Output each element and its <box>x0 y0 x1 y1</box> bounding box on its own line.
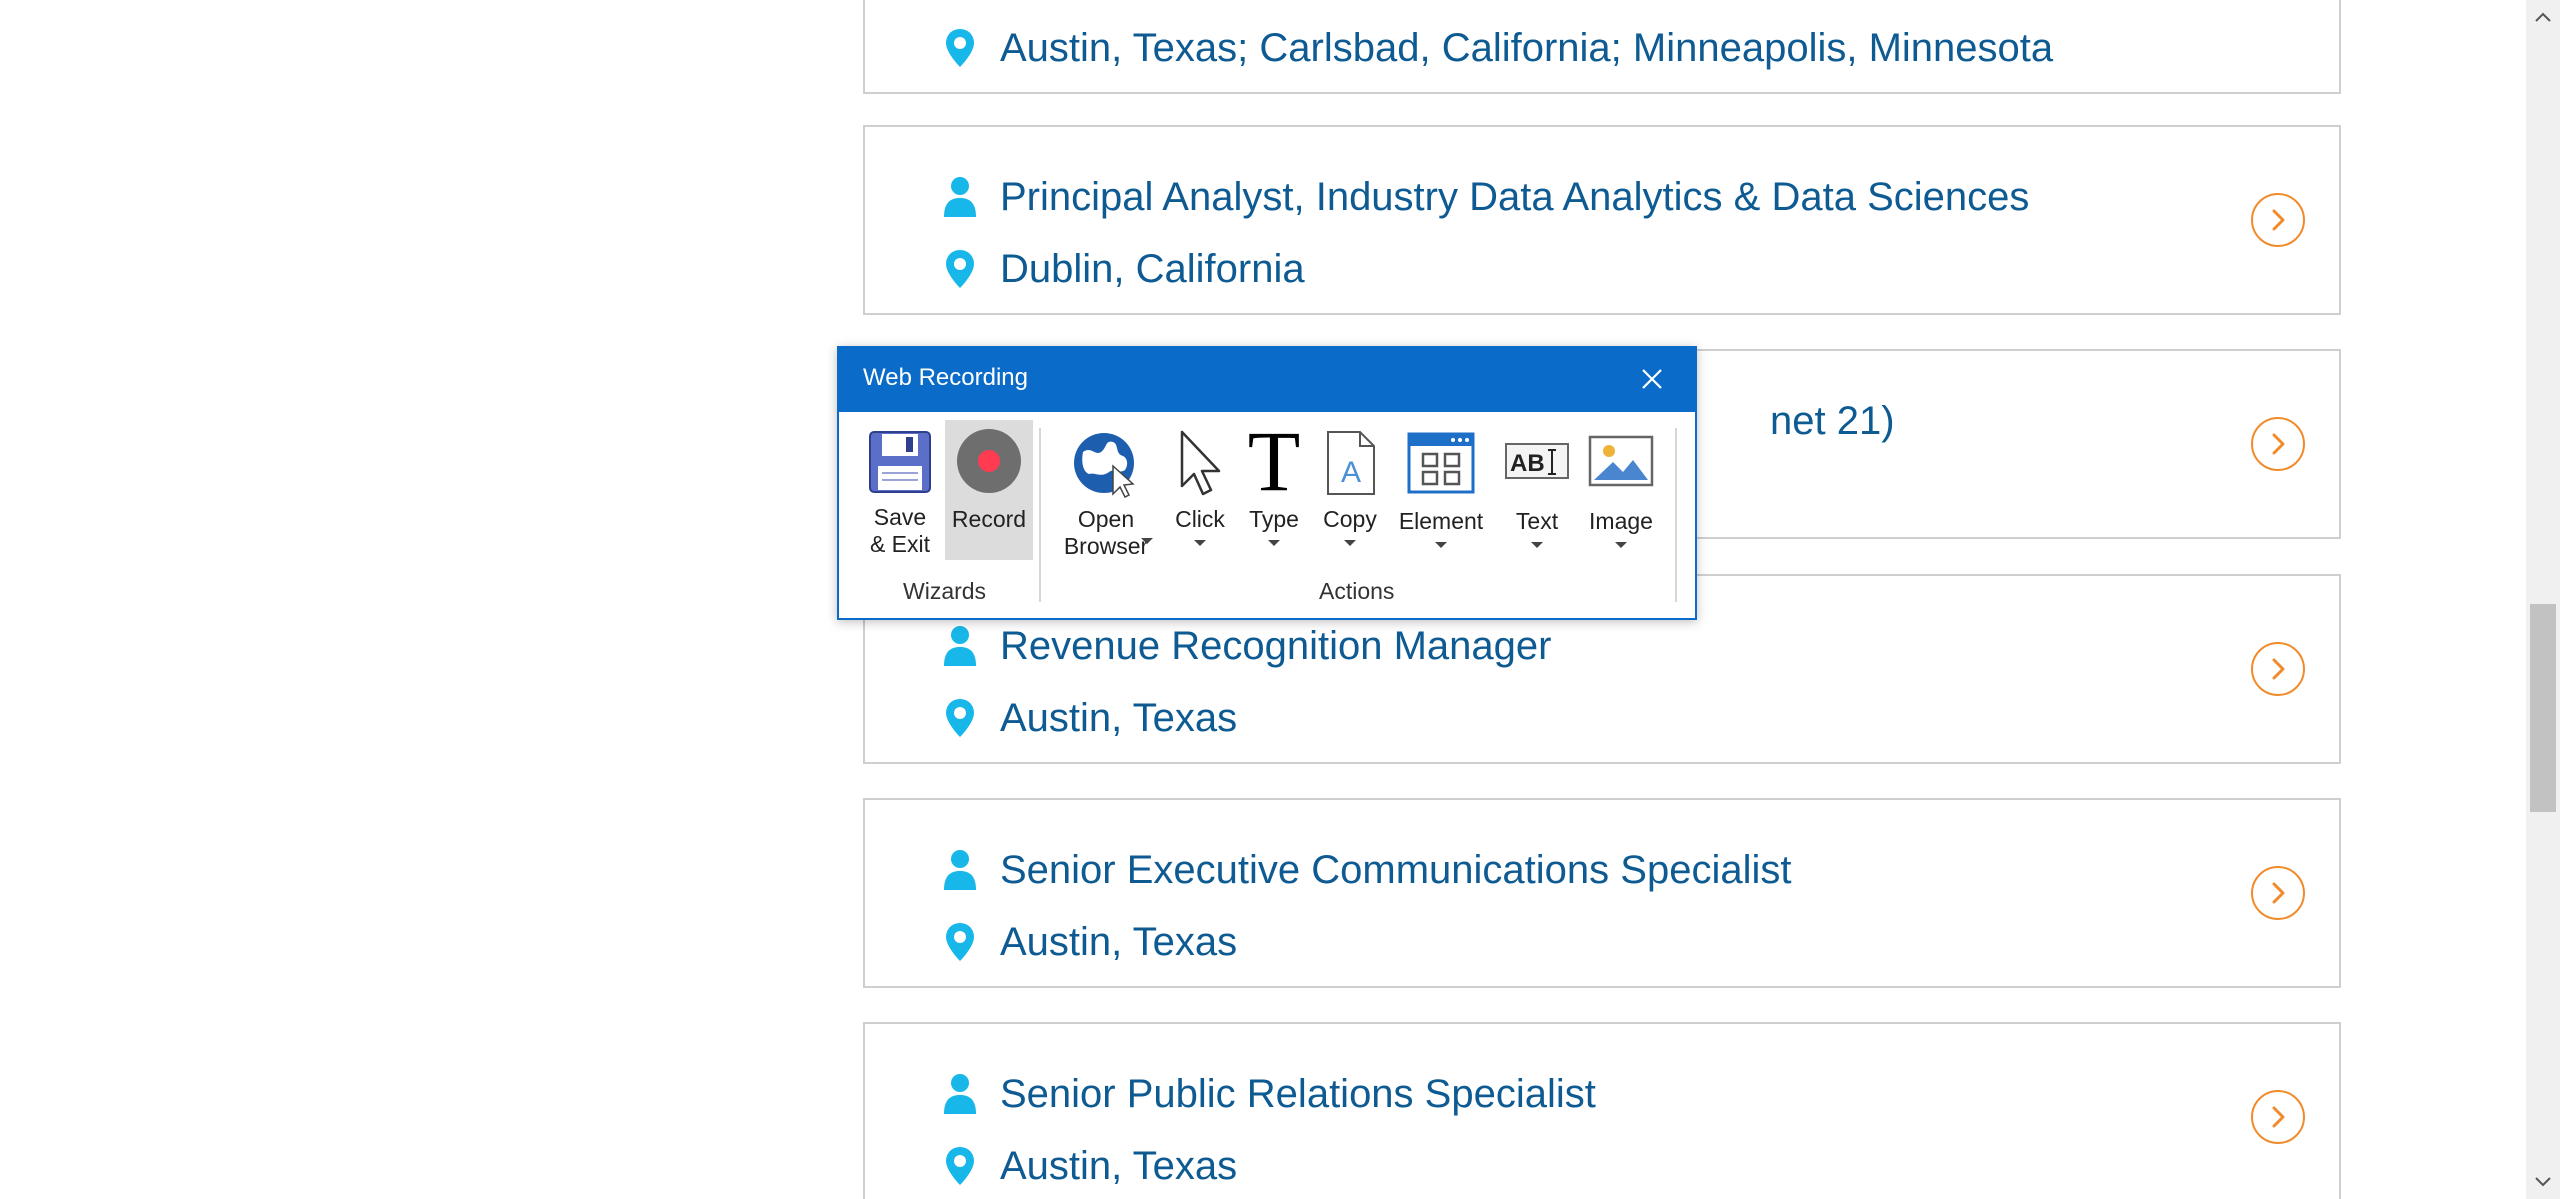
job-location-row: Austin, Texas <box>940 1142 1237 1190</box>
job-title-link[interactable]: Principal Analyst, Industry Data Analyti… <box>1000 175 2029 220</box>
type-dropdown-caret[interactable] <box>1268 540 1280 546</box>
image-label: Image <box>1589 508 1653 534</box>
group-separator <box>1675 428 1677 602</box>
job-location: Austin, Texas <box>1000 695 1238 740</box>
location-pin-icon <box>946 699 974 737</box>
location-pin-icon <box>946 1147 974 1185</box>
job-title-link[interactable]: Senior Public Relations Specialist <box>1000 1072 1596 1117</box>
job-location: Austin, Texas <box>1000 1143 1238 1188</box>
record-icon <box>957 429 1021 493</box>
job-location: Dublin, California <box>1000 246 1305 291</box>
actions-group-label: Actions <box>1319 578 1395 604</box>
chevron-up-icon <box>2535 12 2551 22</box>
type-label: Type <box>1249 506 1299 532</box>
chevron-right-icon <box>2272 209 2285 231</box>
person-icon <box>944 177 976 217</box>
location-pin-icon <box>946 923 974 961</box>
element-dropdown-caret[interactable] <box>1435 542 1447 548</box>
svg-text:AB: AB <box>1510 450 1545 477</box>
job-location-row: Austin, Texas <box>940 918 1237 966</box>
dialog-title: Web Recording <box>863 364 1028 391</box>
scrollbar-thumb[interactable] <box>2530 604 2556 812</box>
element-label: Element <box>1398 508 1484 534</box>
web-recording-dialog: Web Recording Save & Exit Record Wizards… <box>837 346 1697 620</box>
job-card[interactable]: Senior Public Relations Specialist Austi… <box>863 1022 2341 1199</box>
image-dropdown-caret[interactable] <box>1615 542 1627 548</box>
job-title-row: Principal Analyst, Industry Data Analyti… <box>940 173 2029 221</box>
type-button[interactable]: T Type <box>1239 422 1309 574</box>
floppy-disk-icon <box>869 431 931 493</box>
text-label: Text <box>1515 508 1559 534</box>
copy-button[interactable]: A Copy <box>1315 424 1385 574</box>
element-window-icon <box>1407 432 1475 494</box>
scroll-down-button[interactable] <box>2526 1165 2560 1199</box>
job-location-row: Austin, Texas <box>940 694 1237 742</box>
image-picture-icon <box>1588 435 1654 487</box>
cursor-arrow-icon <box>1180 430 1221 496</box>
job-location: Austin, Texas <box>1000 919 1238 964</box>
chevron-right-icon <box>2272 433 2285 455</box>
save-exit-label: Save & Exit <box>869 504 931 557</box>
job-title-row: Revenue Recognition Manager <box>940 622 1551 670</box>
open-job-button[interactable] <box>2251 642 2305 696</box>
person-icon <box>944 1074 976 1114</box>
wizards-group-label: Wizards <box>903 578 987 604</box>
chevron-down-icon <box>2535 1177 2551 1187</box>
job-card[interactable]: Principal Analyst, Industry Data Analyti… <box>863 125 2341 315</box>
type-t-icon: T <box>1248 422 1301 496</box>
open-job-button[interactable] <box>2251 1090 2305 1144</box>
svg-text:A: A <box>1341 456 1361 489</box>
page: Austin, Texas; Carlsbad, California; Min… <box>0 0 2560 1199</box>
record-button[interactable]: Record <box>945 420 1033 560</box>
job-title-row: Senior Executive Communications Speciali… <box>940 846 1791 894</box>
scroll-up-button[interactable] <box>2526 0 2560 34</box>
location-pin-icon <box>946 29 974 67</box>
text-button[interactable]: AB Text <box>1499 424 1575 574</box>
job-card[interactable]: Austin, Texas; Carlsbad, California; Min… <box>863 0 2341 94</box>
element-button[interactable]: Element <box>1391 424 1491 574</box>
open-job-button[interactable] <box>2251 866 2305 920</box>
person-icon <box>944 626 976 666</box>
chevron-right-icon <box>2272 658 2285 680</box>
copy-document-icon: A <box>1327 431 1375 495</box>
close-button[interactable] <box>1635 362 1669 396</box>
record-label: Record <box>951 506 1027 532</box>
person-icon <box>944 850 976 890</box>
save-exit-button[interactable]: Save & Exit <box>863 424 937 574</box>
click-button[interactable]: Click <box>1165 424 1235 574</box>
close-icon <box>1642 369 1662 389</box>
image-button[interactable]: Image <box>1581 424 1661 574</box>
chevron-right-icon <box>2272 1106 2285 1128</box>
group-separator <box>1039 428 1041 602</box>
job-location-row: Dublin, California <box>940 245 1305 293</box>
click-dropdown-caret[interactable] <box>1194 540 1206 546</box>
open-browser-button[interactable]: Open Browser <box>1053 424 1159 574</box>
location-pin-icon <box>946 250 974 288</box>
job-title-link[interactable]: Revenue Recognition Manager <box>1000 624 1551 669</box>
copy-dropdown-caret[interactable] <box>1344 540 1356 546</box>
job-title-link[interactable]: net 21) <box>1770 399 1895 444</box>
job-card[interactable]: Senior Executive Communications Speciali… <box>863 798 2341 988</box>
dialog-titlebar[interactable]: Web Recording <box>839 348 1695 412</box>
vertical-scrollbar[interactable] <box>2526 0 2560 1199</box>
chevron-right-icon <box>2272 882 2285 904</box>
text-field-icon: AB <box>1505 443 1569 479</box>
job-location: Austin, Texas; Carlsbad, California; Min… <box>1000 25 2054 70</box>
open-job-button[interactable] <box>2251 193 2305 247</box>
copy-label: Copy <box>1323 506 1377 532</box>
text-dropdown-caret[interactable] <box>1531 542 1543 548</box>
job-location-row: Austin, Texas; Carlsbad, California; Min… <box>940 24 2053 72</box>
open-job-button[interactable] <box>2251 417 2305 471</box>
open-browser-label: Open Browser <box>1063 506 1149 559</box>
svg-text:T: T <box>1248 422 1301 496</box>
job-title-row: Senior Public Relations Specialist <box>940 1070 1596 1118</box>
job-title-link[interactable]: Senior Executive Communications Speciali… <box>1000 848 1791 893</box>
open-browser-dropdown-caret[interactable] <box>1141 538 1153 544</box>
globe-icon <box>1074 433 1135 498</box>
click-label: Click <box>1175 506 1225 532</box>
